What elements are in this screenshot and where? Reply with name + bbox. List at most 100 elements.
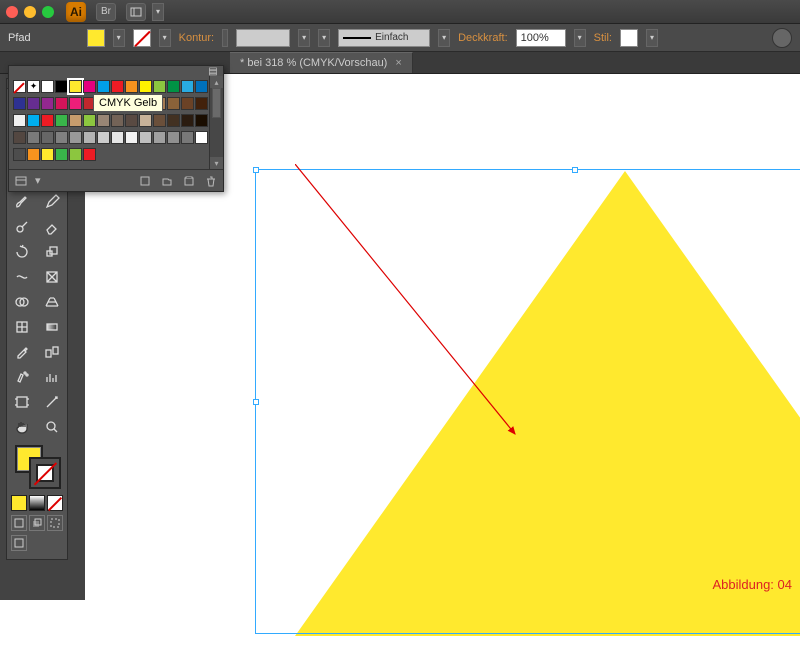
swatches-panel-menu-icon[interactable]: ▤ (205, 66, 221, 76)
none-mode-button[interactable] (47, 495, 63, 511)
opacity-field[interactable] (516, 29, 566, 47)
swatch[interactable] (97, 114, 110, 127)
stroke-color-swatch[interactable] (133, 29, 151, 47)
width-tool[interactable] (7, 264, 37, 289)
delete-swatch-icon[interactable] (203, 173, 219, 189)
arrange-documents-button[interactable] (126, 3, 146, 21)
swatch[interactable] (13, 80, 26, 93)
swatch-kind-dropdown[interactable]: ▾ (35, 174, 41, 187)
slice-tool[interactable] (37, 389, 67, 414)
graphic-style-swatch[interactable] (620, 29, 638, 47)
swatch[interactable] (41, 80, 54, 93)
swatch-libraries-menu-icon[interactable] (13, 173, 29, 189)
free-transform-tool[interactable] (37, 264, 67, 289)
swatches-panel[interactable]: ▤ ✦ CMYK Gelb ▴ ▾ ▾ (8, 65, 224, 192)
stroke-weight-dropdown[interactable]: ▾ (298, 29, 310, 47)
scroll-thumb[interactable] (212, 88, 221, 118)
swatch[interactable] (153, 131, 166, 144)
document-tab-close-icon[interactable]: × (395, 57, 401, 69)
handle-top-left[interactable] (253, 167, 259, 173)
swatch[interactable] (55, 148, 68, 161)
swatch[interactable] (83, 148, 96, 161)
swatch[interactable] (83, 80, 96, 93)
swatch[interactable] (153, 114, 166, 127)
brush-definition-dropdown[interactable]: ▾ (438, 29, 450, 47)
brush-definition-field[interactable]: Einfach (338, 29, 430, 47)
blob-brush-tool[interactable] (7, 214, 37, 239)
swatch[interactable] (41, 131, 54, 144)
swatch[interactable] (181, 80, 194, 93)
stroke-label[interactable]: Kontur: (179, 32, 214, 44)
swatch[interactable] (181, 114, 194, 127)
swatch[interactable] (195, 97, 208, 110)
new-swatch-icon[interactable] (181, 173, 197, 189)
swatch[interactable] (13, 148, 26, 161)
swatch[interactable] (97, 80, 110, 93)
swatch[interactable] (125, 131, 138, 144)
swatch[interactable] (111, 80, 124, 93)
swatch[interactable] (111, 131, 124, 144)
panel-cycle-button[interactable] (772, 28, 792, 48)
minimize-window-button[interactable] (24, 6, 36, 18)
swatch[interactable] (69, 131, 82, 144)
symbol-sprayer-tool[interactable] (7, 364, 37, 389)
swatch[interactable] (83, 114, 96, 127)
eyedropper-tool[interactable] (7, 339, 37, 364)
swatch[interactable] (195, 131, 208, 144)
swatch[interactable] (153, 80, 166, 93)
maximize-window-button[interactable] (42, 6, 54, 18)
swatch[interactable] (139, 131, 152, 144)
swatch[interactable] (41, 148, 54, 161)
scale-tool[interactable] (37, 239, 67, 264)
opacity-label[interactable]: Deckkraft: (458, 32, 508, 44)
swatch[interactable] (69, 80, 82, 93)
swatch[interactable] (111, 114, 124, 127)
zoom-tool[interactable] (37, 414, 67, 439)
stroke-weight-field[interactable] (236, 29, 290, 47)
gradient-tool[interactable] (37, 314, 67, 339)
screen-mode-button[interactable] (11, 535, 27, 551)
blend-tool[interactable] (37, 339, 67, 364)
scroll-down-icon[interactable]: ▾ (210, 157, 223, 169)
arrange-documents-dropdown[interactable]: ▾ (152, 3, 164, 21)
swatch[interactable] (83, 131, 96, 144)
close-window-button[interactable] (6, 6, 18, 18)
artboard-tool[interactable] (7, 389, 37, 414)
fill-color-dropdown[interactable]: ▾ (113, 29, 125, 47)
swatch[interactable] (125, 80, 138, 93)
fill-color-swatch[interactable] (87, 29, 105, 47)
swatch[interactable] (167, 97, 180, 110)
swatch[interactable] (167, 80, 180, 93)
swatch[interactable] (69, 97, 82, 110)
swatch[interactable] (55, 80, 68, 93)
paintbrush-tool[interactable] (7, 189, 37, 214)
swatch[interactable] (55, 131, 68, 144)
hand-tool[interactable] (7, 414, 37, 439)
graphic-style-dropdown[interactable]: ▾ (646, 29, 658, 47)
document-tab[interactable]: * bei 318 % (CMYK/Vorschau) × (230, 52, 413, 73)
var-width-profile-dropdown[interactable]: ▾ (318, 29, 330, 47)
swatch[interactable] (13, 131, 26, 144)
swatch[interactable] (167, 131, 180, 144)
swatch[interactable] (195, 114, 208, 127)
pencil-tool[interactable] (37, 189, 67, 214)
scroll-up-icon[interactable]: ▴ (210, 76, 223, 88)
swatches-scrollbar[interactable]: ▴ ▾ (209, 76, 223, 169)
swatch[interactable] (27, 131, 40, 144)
swatch[interactable] (167, 114, 180, 127)
style-label[interactable]: Stil: (594, 32, 612, 44)
eraser-tool[interactable] (37, 214, 67, 239)
mesh-tool[interactable] (7, 314, 37, 339)
swatch[interactable] (195, 80, 208, 93)
fill-stroke-indicator[interactable] (11, 443, 63, 489)
swatch-options-icon[interactable] (137, 173, 153, 189)
stroke-indicator[interactable] (31, 459, 59, 487)
gradient-mode-button[interactable] (29, 495, 45, 511)
bridge-launch-button[interactable]: Br (96, 3, 116, 21)
swatch[interactable] (55, 114, 68, 127)
swatch[interactable] (27, 148, 40, 161)
swatch[interactable] (41, 114, 54, 127)
swatch[interactable] (181, 131, 194, 144)
swatch[interactable] (41, 97, 54, 110)
color-mode-button[interactable] (11, 495, 27, 511)
